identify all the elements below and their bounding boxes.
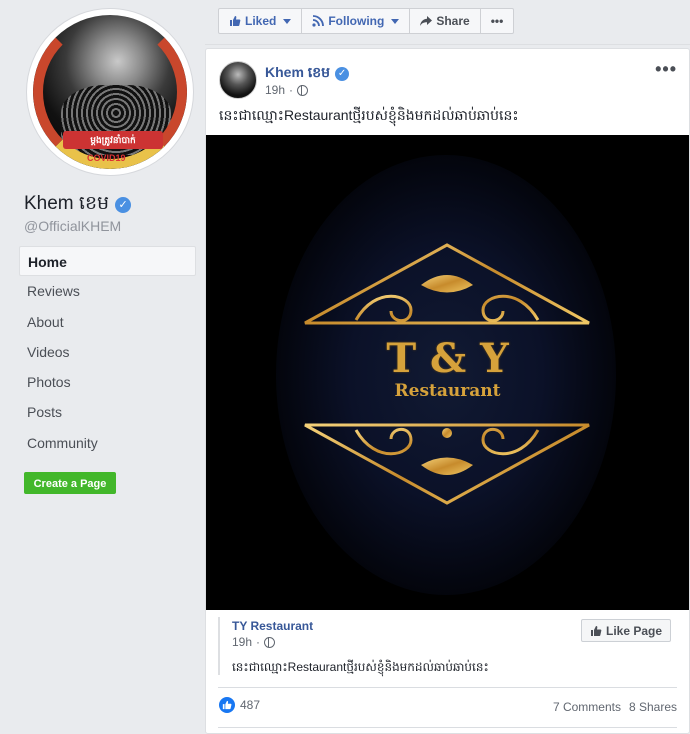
engagement-counts: 7 Comments 8 Shares: [553, 700, 677, 714]
post-author-name[interactable]: Khem ខេម: [265, 63, 330, 84]
profile-banner-text: ម្ដងត្រូវនាំបាក់: [63, 131, 163, 149]
globe-icon: [264, 636, 276, 648]
page-nav: Home Reviews About Videos Photos Posts C…: [19, 246, 196, 458]
rss-feed-icon: [312, 15, 325, 27]
comments-count[interactable]: 7 Comments: [553, 700, 621, 714]
create-page-button[interactable]: Create a Page: [24, 472, 116, 494]
shared-post-timestamp[interactable]: 19h: [232, 635, 252, 649]
post-meta: 19h ·: [265, 83, 309, 97]
share-button[interactable]: Share: [410, 9, 481, 33]
profile-covid-text: COVID19: [87, 153, 126, 163]
verified-badge-icon: ✓: [335, 66, 350, 81]
nav-item-community[interactable]: Community: [19, 428, 196, 458]
post-options-icon[interactable]: •••: [655, 59, 677, 80]
share-arrow-icon: [420, 16, 433, 26]
logo-subtitle: Restaurant: [394, 381, 501, 401]
nav-item-about[interactable]: About: [19, 307, 196, 337]
actions-divider: [218, 727, 677, 728]
reactions-count[interactable]: 487: [240, 698, 260, 712]
meta-separator: ·: [289, 83, 294, 97]
logo-title: T & Y: [386, 335, 509, 382]
reactions-summary[interactable]: 487: [219, 697, 260, 713]
post-author[interactable]: Khem ខេម ✓: [265, 63, 350, 84]
profile-picture[interactable]: ម្ដងត្រូវនាំបាក់ COVID19: [26, 8, 194, 176]
thumbs-up-icon: [230, 16, 241, 26]
following-label: Following: [328, 14, 385, 28]
like-reaction-icon: [219, 697, 235, 713]
shared-page-name[interactable]: TY Restaurant: [232, 619, 313, 633]
shared-post-meta: 19h ·: [232, 635, 276, 649]
liked-label: Liked: [245, 14, 277, 28]
following-button[interactable]: Following: [302, 9, 411, 33]
shares-count[interactable]: 8 Shares: [629, 700, 677, 714]
nav-item-reviews[interactable]: Reviews: [19, 276, 196, 306]
more-dots-icon: •••: [490, 14, 504, 28]
post-image[interactable]: T & Y Restaurant: [206, 135, 689, 610]
reactions-divider: [218, 687, 677, 688]
post-card: Khem ខេម ✓ 19h · ••• នេះជាឈ្មោះRestauran…: [205, 48, 690, 734]
chevron-down-icon: [283, 18, 292, 24]
post-text: នេះជាឈ្មោះRestaurantថ្មីរបស់ខ្ញុំនិងមកដល…: [219, 107, 519, 123]
shared-post-text: នេះជាឈ្មោះRestaurantថ្មីរបស់ខ្ញុំនិងមកដល…: [232, 660, 489, 674]
profile-picture-image: ម្ដងត្រូវនាំបាក់ COVID19: [33, 15, 187, 169]
meta-separator: ·: [256, 635, 261, 649]
nav-item-videos[interactable]: Videos: [19, 337, 196, 367]
like-page-label: Like Page: [605, 623, 663, 638]
page-action-bar: Liked Following Share •••: [218, 8, 515, 34]
like-page-button[interactable]: Like Page: [581, 619, 671, 642]
verified-badge-icon: ✓: [115, 197, 132, 213]
globe-icon[interactable]: [297, 84, 309, 96]
more-options-button[interactable]: •••: [481, 9, 514, 33]
nav-item-photos[interactable]: Photos: [19, 367, 196, 397]
nav-item-home[interactable]: Home: [19, 246, 196, 277]
post-timestamp[interactable]: 19h: [265, 83, 285, 97]
thumbs-up-icon: [590, 625, 602, 636]
page-name[interactable]: Khem ខេម ✓: [24, 191, 132, 219]
post-author-avatar[interactable]: [219, 61, 257, 99]
nav-item-posts[interactable]: Posts: [19, 397, 196, 427]
page-handle[interactable]: @OfficialKHEM: [24, 218, 121, 234]
chevron-down-icon: [391, 18, 400, 24]
top-divider: [205, 44, 690, 45]
page-name-text[interactable]: Khem ខេម: [24, 191, 109, 219]
share-label: Share: [436, 14, 470, 28]
liked-button[interactable]: Liked: [219, 9, 303, 33]
